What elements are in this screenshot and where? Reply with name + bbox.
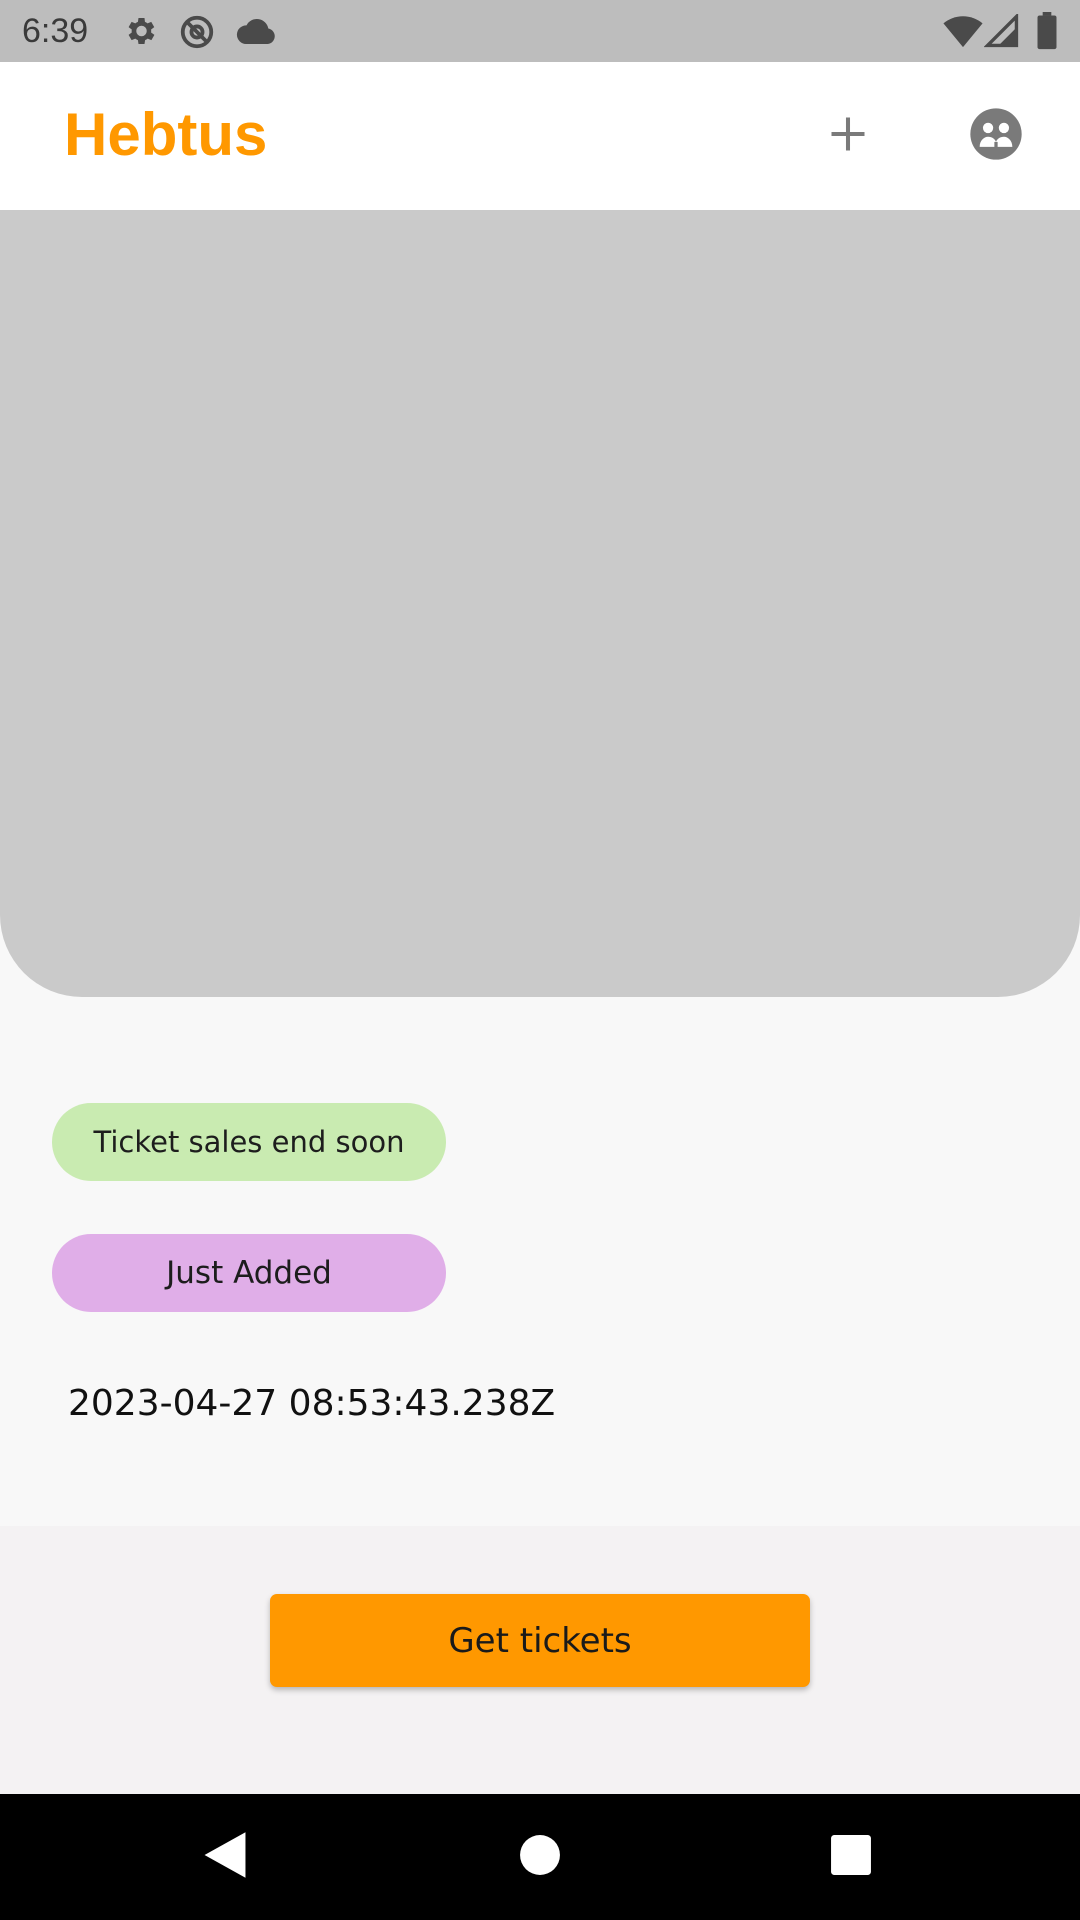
back-button[interactable] — [192, 1824, 258, 1890]
status-badge-sales-ending: Ticket sales end soon — [52, 1103, 446, 1181]
status-time: 6:39 — [22, 12, 89, 50]
at-sign-icon — [178, 13, 216, 55]
event-cover-image — [0, 210, 1080, 997]
home-button[interactable] — [507, 1824, 573, 1890]
status-bar: 6:39 — [0, 0, 1080, 62]
wifi-icon — [942, 14, 984, 52]
home-icon — [519, 1834, 561, 1880]
add-button[interactable] — [810, 98, 886, 174]
app-title: Hebtus — [64, 101, 268, 168]
account-button[interactable] — [958, 98, 1034, 174]
status-badge-just-added: Just Added — [52, 1234, 446, 1312]
recents-icon — [830, 1834, 872, 1880]
back-icon — [201, 1830, 249, 1884]
system-navigation-bar — [0, 1794, 1080, 1920]
cloud-icon — [236, 16, 276, 50]
event-timestamp: 2023-04-27 08:53:43.238Z — [68, 1383, 556, 1424]
app-bar: Hebtus — [0, 62, 1080, 210]
battery-icon — [1036, 12, 1058, 54]
account-group-icon — [968, 106, 1024, 166]
add-icon — [826, 112, 870, 160]
bottom-action-bar: Get tickets — [0, 1526, 1080, 1794]
get-tickets-button[interactable]: Get tickets — [270, 1594, 810, 1687]
gear-icon — [122, 13, 158, 53]
signal-icon — [983, 12, 1020, 52]
recents-button[interactable] — [818, 1824, 884, 1890]
